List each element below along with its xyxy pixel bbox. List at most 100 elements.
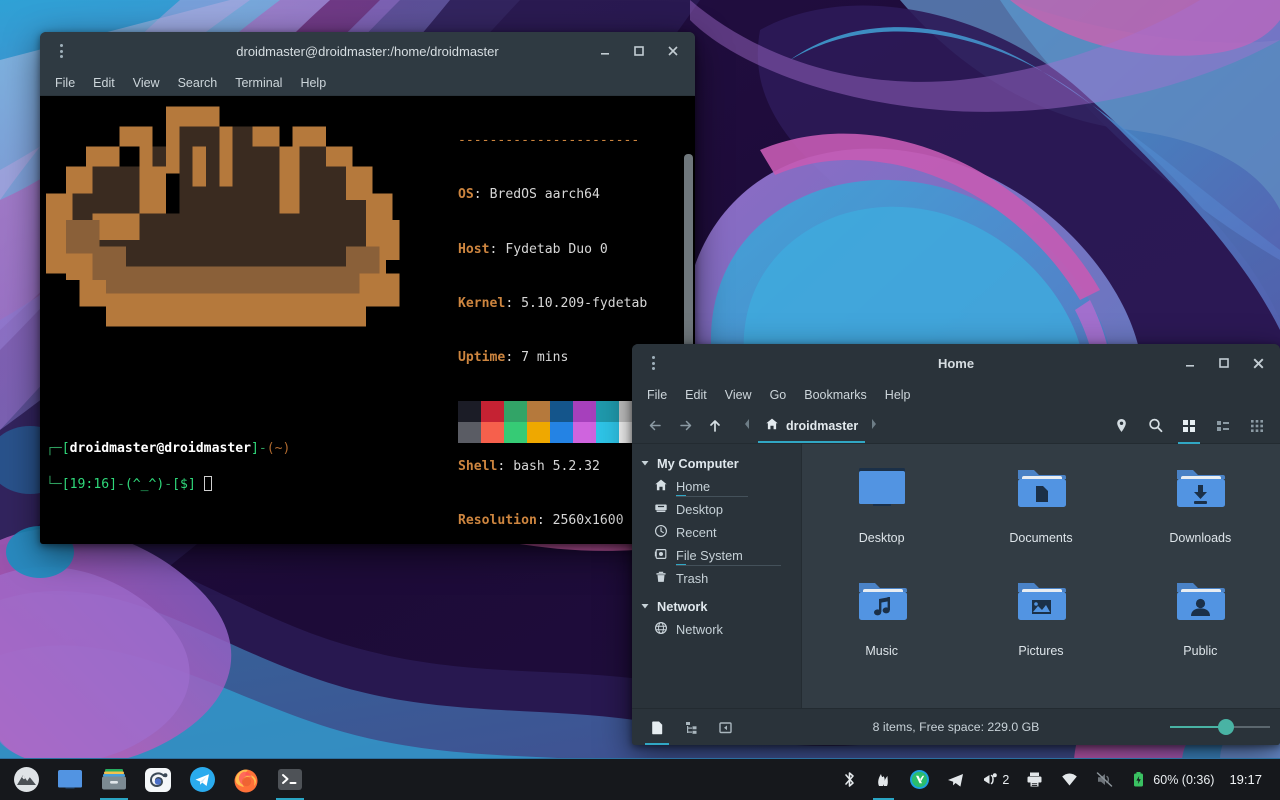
menu-button[interactable] [4,759,48,800]
battery-tray-icon[interactable]: 60% (0:36) [1123,759,1221,800]
fm-menu-help[interactable]: Help [876,385,920,405]
up-arrow-icon[interactable] [700,412,730,440]
file-item-downloads[interactable]: Downloads [1121,462,1280,545]
file-manager-content[interactable]: Desktop Documents [802,444,1280,708]
file-item-documents[interactable]: Documents [961,462,1120,545]
breadcrumb[interactable]: droidmaster [756,413,867,438]
neofetch-colon: : [474,187,490,202]
sidebar-item-desktop[interactable]: Desktop [632,498,801,521]
neofetch-key: Kernel [458,296,505,311]
sidebar-item-network[interactable]: Network [632,618,801,641]
terminal-menubar[interactable]: File Edit View Search Terminal Help [40,70,695,96]
breadcrumb-next-icon[interactable] [867,417,881,435]
file-manager-menubar[interactable]: File Edit View Go Bookmarks Help [632,382,1280,408]
file-item-music[interactable]: Music [802,575,961,658]
taskbar-app-list[interactable] [0,759,312,800]
location-pin-icon[interactable] [1106,412,1136,440]
back-arrow-icon[interactable] [640,412,670,440]
palette-swatch [481,401,504,422]
file-manager-main[interactable]: My Computer Home Desktop [632,444,1280,708]
telegram-tray-icon[interactable] [939,759,972,800]
file-manager-statusbar[interactable]: 8 items, Free space: 229.0 GB [632,708,1280,745]
sidebar-toggle-icon[interactable] [710,714,740,740]
terminal-taskbar-button[interactable] [268,759,312,800]
sidebar-group-network[interactable]: Network [632,595,801,618]
list-view-button[interactable] [1208,412,1238,440]
system-tray[interactable]: 2 60% (0:36) 19:17 [834,759,1280,800]
fm-menu-view[interactable]: View [716,385,761,405]
clock[interactable]: 19:17 [1223,772,1272,787]
file-manager-sidebar[interactable]: My Computer Home Desktop [632,444,802,708]
sidebar-item-home[interactable]: Home [632,475,801,498]
app-tray-icon[interactable] [867,759,900,800]
prompt-user-host: droidmaster@droidmaster [70,441,251,456]
terminal-menu-view[interactable]: View [124,73,169,93]
terminal-menu-icon[interactable] [46,36,76,66]
close-icon[interactable] [1242,348,1274,378]
firefox-taskbar-button[interactable] [224,759,268,800]
printer-tray-icon[interactable] [1018,759,1051,800]
breadcrumb-prev-icon[interactable] [740,417,754,435]
minimize-icon[interactable] [589,36,621,66]
palette-swatch [527,422,550,443]
file-manager-window-buttons[interactable] [1174,348,1274,378]
forward-arrow-icon[interactable] [670,412,700,440]
zoom-slider-knob[interactable] [1218,719,1234,735]
fm-menu-go[interactable]: Go [761,385,796,405]
palette-swatch [481,422,504,443]
file-manager-toolbar[interactable]: droidmaster [632,408,1280,444]
fm-menu-bookmarks[interactable]: Bookmarks [795,385,876,405]
file-manager-view-tools[interactable] [1106,412,1272,440]
fm-menu-edit[interactable]: Edit [676,385,716,405]
terminal-menu-search[interactable]: Search [169,73,227,93]
breadcrumb-item-home[interactable]: droidmaster [756,413,867,438]
file-manager-menu-icon[interactable] [638,348,668,378]
file-manager-titlebar[interactable]: Home [632,344,1280,382]
neofetch-value: 5.10.209-fydetab [521,296,647,311]
file-item-pictures[interactable]: Pictures [961,575,1120,658]
file-item-public[interactable]: Public [1121,575,1280,658]
sidebar-item-recent[interactable]: Recent [632,521,801,544]
show-desktop-button[interactable] [48,759,92,800]
sidebar-group-my-computer[interactable]: My Computer [632,452,801,475]
messenger-tray-icon[interactable] [902,759,937,800]
bluetooth-tray-icon[interactable] [834,759,865,800]
desktop[interactable]: droidmaster@droidmaster:/home/droidmaste… [0,0,1280,800]
terminal-menu-file[interactable]: File [46,73,84,93]
sidebar-item-trash[interactable]: Trash [632,567,801,590]
file-view-toggle-icon[interactable] [642,714,672,740]
telegram-taskbar-button[interactable] [180,759,224,800]
maximize-icon[interactable] [1208,348,1240,378]
taskbar[interactable]: 2 60% (0:36) 19:17 [0,758,1280,800]
zoom-slider[interactable] [1170,717,1270,737]
icon-view-button[interactable] [1174,412,1204,440]
fm-menu-file[interactable]: File [638,385,676,405]
terminal-menu-edit[interactable]: Edit [84,73,124,93]
notifications-tray-icon[interactable]: 2 [974,759,1016,800]
terminal-window-buttons[interactable] [589,36,689,66]
network-tray-icon[interactable] [1053,759,1086,800]
file-icon-grid[interactable]: Desktop Documents [802,462,1280,658]
search-icon[interactable] [1140,412,1170,440]
terminal-output[interactable]: ----------------------- OS: BredOS aarch… [40,96,682,544]
sidebar-item-file-system[interactable]: File System [632,544,801,567]
tree-view-toggle-icon[interactable] [676,714,706,740]
compact-view-button[interactable] [1242,412,1272,440]
maximize-icon[interactable] [623,36,655,66]
terminal-body[interactable]: ----------------------- OS: BredOS aarch… [40,96,695,544]
neofetch-value: BredOS aarch64 [490,187,600,202]
terminal-menu-terminal[interactable]: Terminal [226,73,291,93]
volume-tray-icon[interactable] [1088,759,1121,800]
file-manager-window[interactable]: Home File Edit View Go Bookmarks Help [632,344,1280,745]
neofetch-colon: : [537,513,553,528]
close-icon[interactable] [657,36,689,66]
terminal-menu-help[interactable]: Help [291,73,335,93]
app-taskbar-button-4[interactable] [136,759,180,800]
sidebar-group-label: My Computer [657,456,739,471]
neofetch-color-palette [458,401,642,443]
terminal-titlebar[interactable]: droidmaster@droidmaster:/home/droidmaste… [40,32,695,70]
files-taskbar-button[interactable] [92,759,136,800]
file-item-desktop[interactable]: Desktop [802,462,961,545]
minimize-icon[interactable] [1174,348,1206,378]
terminal-window[interactable]: droidmaster@droidmaster:/home/droidmaste… [40,32,695,544]
